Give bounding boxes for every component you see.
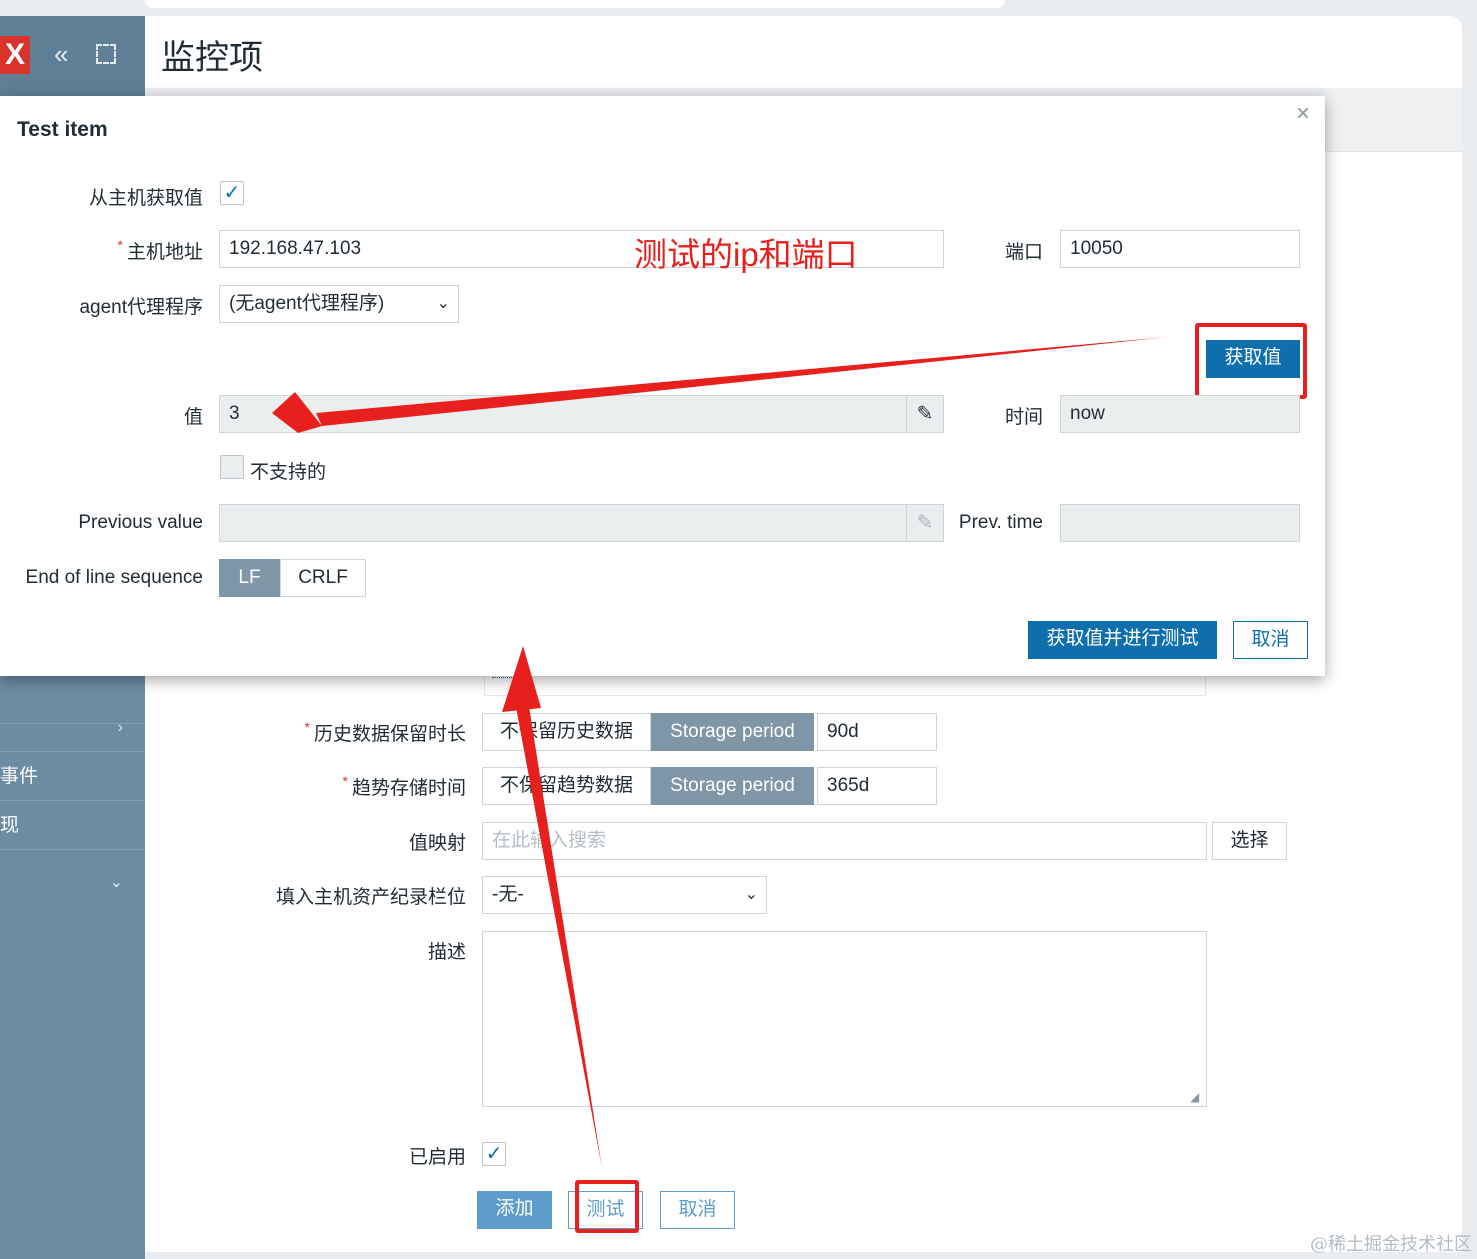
arrowhead-value [272,392,322,433]
annotation-arrows [272,337,1168,1168]
arrowhead-test [502,646,541,712]
watermark: @稀土掘金技术社区 [1310,1234,1472,1255]
arrow-to-value [316,337,1168,426]
arrow-to-test [515,700,602,1168]
